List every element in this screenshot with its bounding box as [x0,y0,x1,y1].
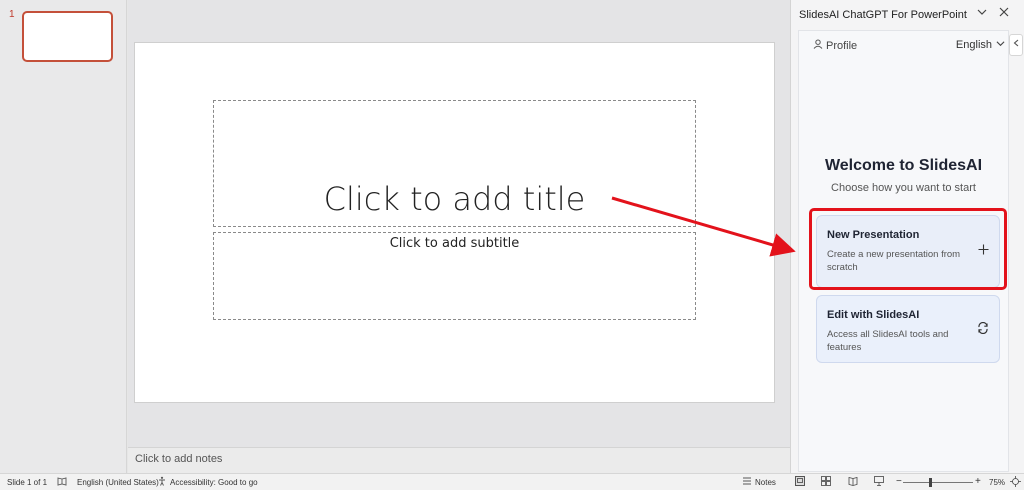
slide-number: 1 [9,9,15,20]
notes-placeholder: Click to add notes [135,453,223,465]
panel-header: SlidesAI ChatGPT For PowerPoint [791,0,1024,30]
notes-button[interactable]: Notes [755,478,776,487]
highlight-box [809,208,1007,290]
zoom-in-icon[interactable]: + [975,476,981,487]
slide-editor: Click to add title Click to add subtitle [128,0,790,447]
language-status[interactable]: English (United States) [77,478,159,487]
panel-title: SlidesAI ChatGPT For PowerPoint [799,9,967,21]
close-icon[interactable] [995,6,1013,24]
user-icon [813,39,823,52]
zoom-slider[interactable] [903,482,973,483]
subtitle-placeholder-text: Click to add subtitle [389,236,520,251]
thumbnail-pane: 1 [0,0,127,473]
normal-view-icon[interactable] [795,476,805,488]
status-bar: Slide 1 of 1 English (United States) Acc… [0,473,1024,490]
reading-view-icon[interactable] [848,476,858,488]
slideshow-icon[interactable] [874,476,884,488]
notes-pane[interactable]: Click to add notes [128,447,790,473]
language-label: English [955,39,992,51]
card-title: Edit with SlidesAI [827,309,920,321]
collapse-panel-button[interactable] [1009,34,1023,56]
profile-label: Profile [826,39,858,52]
profile-button[interactable]: Profile [813,39,857,52]
accessibility-status[interactable]: Accessibility: Good to go [170,478,258,487]
edit-with-slidesai-card[interactable]: Edit with SlidesAI Access all SlidesAI t… [816,295,1000,363]
zoom-slider-thumb[interactable] [929,478,932,487]
refresh-icon [977,321,989,337]
title-placeholder-text: Click to add title [323,180,586,218]
card-description: Access all SlidesAI tools and features [827,329,949,353]
language-select[interactable]: English [956,39,1005,51]
subtitle-placeholder[interactable]: Click to add subtitle [213,232,696,320]
slide-info: Slide 1 of 1 [7,478,48,487]
accessibility-icon [158,476,168,488]
welcome-heading: Welcome to SlidesAI [824,157,983,174]
slide-sorter-icon[interactable] [821,476,831,488]
chevron-down-icon [996,39,1005,51]
book-icon[interactable] [57,476,67,488]
zoom-out-icon[interactable]: − [896,476,902,487]
title-placeholder[interactable]: Click to add title [213,100,696,227]
slide-thumbnail[interactable] [22,11,113,62]
notes-icon [742,476,752,488]
zoom-level[interactable]: 75% [989,478,1005,487]
slide-canvas[interactable]: Click to add title Click to add subtitle [134,42,775,403]
fit-to-window-icon[interactable] [1010,476,1021,489]
chevron-down-icon[interactable] [973,6,991,24]
welcome-subtitle: Choose how you want to start [831,182,976,194]
